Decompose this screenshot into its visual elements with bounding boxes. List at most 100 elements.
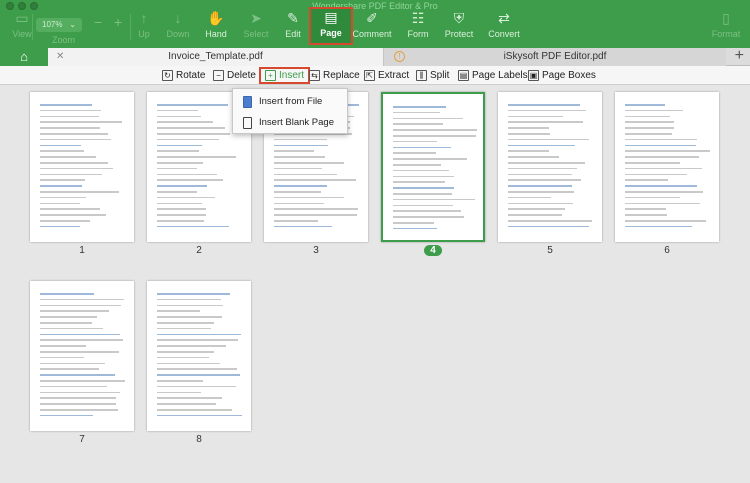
zoom-in-icon[interactable]: + <box>114 14 122 30</box>
text-line <box>508 179 581 181</box>
delete-icon: − <box>213 70 224 81</box>
text-line <box>157 208 206 210</box>
page-button[interactable]: ▤ Page <box>309 7 353 45</box>
form-button[interactable]: ☷ Form <box>396 10 440 46</box>
page-thumbnail[interactable] <box>615 92 719 242</box>
tab-invoice-template[interactable]: ✕ Invoice_Template.pdf <box>48 48 384 66</box>
text-line <box>274 144 328 147</box>
text-line <box>40 414 93 417</box>
rotate-icon: ↻ <box>162 70 173 81</box>
text-line <box>157 293 230 295</box>
home-tab[interactable]: ⌂ <box>0 48 48 66</box>
tab-iskysoft-pdf-editor[interactable]: ! iSkysoft PDF Editor.pdf <box>384 48 726 66</box>
arrow-down-icon: ↓ <box>174 10 182 26</box>
page-labels-icon: ▤ <box>458 70 469 81</box>
page-thumbnail[interactable] <box>30 92 134 242</box>
text-line <box>157 167 197 170</box>
text-line <box>274 138 327 141</box>
text-line <box>508 109 586 112</box>
text-line <box>157 368 237 370</box>
insert-from-file-item[interactable]: Insert from File <box>233 92 347 112</box>
text-line <box>40 403 116 405</box>
text-line <box>508 104 580 106</box>
text-line <box>393 146 451 149</box>
page-thumbnail[interactable] <box>30 281 134 431</box>
page-thumbnail[interactable] <box>381 92 485 242</box>
text-line <box>157 173 217 176</box>
text-line <box>157 333 241 336</box>
text-line <box>393 181 445 183</box>
hand-button[interactable]: ✋ Hand <box>194 10 238 46</box>
text-line <box>40 179 85 181</box>
text-line <box>625 179 668 181</box>
zoom-select[interactable]: 107% ⌄ <box>36 18 82 32</box>
text-line <box>40 202 80 205</box>
convert-icon: ⇄ <box>498 10 510 26</box>
text-line <box>157 150 199 152</box>
text-line <box>40 109 101 112</box>
text-line <box>40 173 102 176</box>
page-thumbnail[interactable] <box>498 92 602 242</box>
text-line <box>274 191 321 193</box>
hand-icon: ✋ <box>207 10 225 26</box>
comment-button[interactable]: ✐ Comment <box>350 10 394 46</box>
text-line <box>157 374 240 376</box>
page-thumbnails-area: 1 2 3 4 5 6 7 8 <box>0 85 750 483</box>
text-line <box>393 152 436 154</box>
text-line <box>40 220 90 222</box>
text-line <box>508 150 549 152</box>
convert-button[interactable]: ⇄ Convert <box>482 10 526 46</box>
text-line <box>157 380 203 382</box>
text-line <box>157 214 206 216</box>
zoom-out-icon[interactable]: − <box>94 14 102 30</box>
rotate-button[interactable]: ↻ Rotate <box>162 68 205 83</box>
text-line <box>157 322 214 324</box>
text-line <box>625 167 702 170</box>
text-line <box>625 185 697 187</box>
text-line <box>157 191 197 193</box>
text-line <box>508 196 551 199</box>
protect-button[interactable]: ⛨ Protect <box>437 10 481 46</box>
format-button[interactable]: ▯ Format <box>704 10 748 46</box>
text-line <box>274 214 357 216</box>
page-number: 4 <box>381 245 485 256</box>
insert-button[interactable]: + Insert <box>259 67 311 84</box>
text-line <box>157 115 201 118</box>
delete-button[interactable]: − Delete <box>213 68 256 83</box>
text-line <box>40 208 100 210</box>
text-line <box>40 356 84 359</box>
page-boxes-button[interactable]: ▣ Page Boxes <box>528 68 596 83</box>
split-button[interactable]: ⫼ Split <box>416 68 449 83</box>
extract-button[interactable]: ⇱ Extract <box>364 68 409 83</box>
page-tools-bar: ↻ Rotate − Delete + Insert ⇆ Replace ⇱ E… <box>0 66 750 85</box>
text-line <box>157 179 223 181</box>
text-line <box>393 135 476 137</box>
zoom-label: Zoom <box>52 35 76 45</box>
text-line <box>625 156 699 158</box>
insert-blank-page-item[interactable]: Insert Blank Page <box>233 113 347 133</box>
text-line <box>274 202 324 205</box>
text-line <box>40 138 111 141</box>
text-line <box>40 327 103 330</box>
text-line <box>40 214 106 216</box>
text-line <box>393 158 467 160</box>
text-line <box>508 225 589 228</box>
text-line <box>157 397 222 399</box>
text-line <box>40 115 99 118</box>
text-line <box>393 204 453 207</box>
text-line <box>393 216 464 218</box>
replace-button[interactable]: ⇆ Replace <box>309 68 360 83</box>
page-labels-button[interactable]: ▤ Page Labels <box>458 68 528 83</box>
text-line <box>40 333 120 336</box>
text-line <box>393 106 446 108</box>
text-line <box>40 380 125 382</box>
text-line <box>157 345 226 347</box>
text-line <box>625 138 697 141</box>
add-tab-icon[interactable]: + <box>735 47 744 65</box>
text-line <box>508 220 592 222</box>
arrow-up-icon: ↑ <box>140 10 148 26</box>
text-line <box>40 351 119 353</box>
text-line <box>40 121 122 123</box>
page-thumbnail[interactable] <box>147 281 251 431</box>
close-tab-icon[interactable]: ✕ <box>56 48 64 66</box>
